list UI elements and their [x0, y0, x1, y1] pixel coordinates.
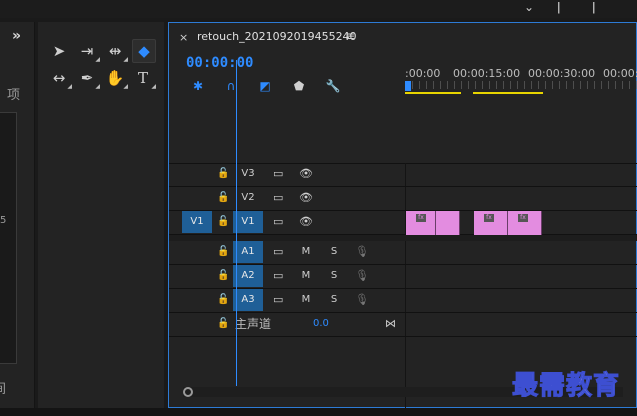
track-target-a3[interactable]: A3: [233, 289, 263, 311]
panel-menu-icon[interactable]: ≡: [345, 29, 355, 43]
ripple-edit-tool-icon[interactable]: ⇹ ◢: [104, 40, 128, 63]
track-name[interactable]: V2: [233, 187, 263, 209]
track-row-v1: V1 🔓 V1 ▭ 👁 fx fx fx: [169, 211, 637, 235]
pen-tool-icon[interactable]: ✒ ◢: [76, 67, 100, 90]
project-panel-label: 项: [6, 88, 20, 103]
track-row-v2: 🔓 V2 ▭ 👁: [169, 187, 637, 211]
lock-icon[interactable]: 🔓: [217, 289, 229, 311]
eye-icon[interactable]: 👁: [299, 211, 313, 233]
video-clip[interactable]: [436, 211, 460, 235]
type-tool-icon[interactable]: T ◢: [132, 67, 156, 90]
fx-badge: fx: [484, 214, 494, 222]
eye-icon[interactable]: 👁: [299, 187, 313, 209]
video-clip[interactable]: fx: [474, 211, 508, 235]
lock-icon[interactable]: 🔓: [217, 211, 229, 233]
lock-icon[interactable]: 🔓: [217, 313, 229, 335]
scroll-zoom-handle[interactable]: [183, 387, 193, 397]
time-ruler[interactable]: :00:00 00:00:15:00 00:00:30:00 00:00:4: [405, 61, 637, 103]
watermark-logo: 最需教育: [511, 371, 621, 402]
mute-button[interactable]: M: [299, 241, 313, 263]
selection-tool-icon[interactable]: ➤: [48, 40, 70, 62]
video-clip[interactable]: fx: [406, 211, 436, 235]
sync-lock-icon[interactable]: ▭: [273, 265, 283, 287]
linked-selection-icon[interactable]: ◩: [256, 78, 274, 94]
track-row-master: 🔓 主声道 0.0 ⋈: [169, 313, 637, 337]
lock-icon[interactable]: 🔓: [217, 187, 229, 209]
fx-badge: fx: [518, 214, 528, 222]
snap-magnet-icon[interactable]: ∩: [222, 78, 240, 94]
project-bin-list[interactable]: [0, 112, 17, 364]
export-icon[interactable]: ǀ: [557, 0, 561, 14]
sequence-tab-title[interactable]: retouch_2021092019455240: [197, 30, 357, 43]
track-name[interactable]: V3: [233, 163, 263, 185]
track-target-v1[interactable]: V1: [233, 211, 263, 233]
sync-lock-icon[interactable]: ▭: [273, 289, 283, 311]
hand-tool-icon[interactable]: ✋ ◢: [104, 67, 128, 90]
dropdown-chevron-icon[interactable]: ⌄: [524, 0, 534, 14]
ruler-ticks: [405, 81, 637, 89]
project-bottom-label: 间: [0, 378, 6, 397]
ruler-label: 00:00:30:00: [528, 67, 596, 80]
mute-button[interactable]: M: [299, 265, 313, 287]
microphone-icon[interactable]: 🎙: [355, 265, 369, 287]
ruler-label: 00:00:15:00: [453, 67, 521, 80]
track-target-a1[interactable]: A1: [233, 241, 263, 263]
top-bar: ⌄ ǀ ǀ: [0, 0, 637, 18]
playhead-line[interactable]: [236, 60, 237, 386]
playhead-handle[interactable]: [405, 81, 411, 91]
in-out-range-bar: [405, 92, 461, 94]
video-clip[interactable]: fx: [508, 211, 542, 235]
razor-tool-icon[interactable]: ◆: [132, 39, 156, 63]
sync-lock-icon[interactable]: ▭: [273, 241, 283, 263]
lock-icon[interactable]: 🔓: [217, 265, 229, 287]
solo-button[interactable]: S: [327, 289, 341, 311]
eye-icon[interactable]: 👁: [299, 163, 313, 185]
track-row-a1: 🔓 A1 ▭ M S 🎙: [169, 241, 637, 265]
microphone-icon[interactable]: 🎙: [355, 241, 369, 263]
expand-panels-icon[interactable]: »: [12, 28, 21, 44]
solo-button[interactable]: S: [327, 265, 341, 287]
master-track-label: 主声道: [235, 317, 272, 331]
mute-button[interactable]: M: [299, 289, 313, 311]
lock-icon[interactable]: 🔓: [217, 241, 229, 263]
fx-badge: fx: [416, 214, 426, 222]
ruler-label: :00:00: [405, 67, 441, 80]
track-row-v3: 🔓 V3 ▭ 👁: [169, 163, 637, 187]
slip-tool-icon[interactable]: ↔ ◢: [48, 67, 72, 90]
sync-lock-icon[interactable]: ▭: [273, 163, 283, 185]
panel-icon[interactable]: ǀ: [592, 0, 596, 14]
ruler-label: 00:00:4: [603, 67, 637, 80]
add-marker-icon[interactable]: ⬟: [290, 78, 308, 94]
playhead-timecode[interactable]: 00:00:00: [186, 55, 253, 71]
in-out-range-bar: [473, 92, 543, 94]
timeline-settings-wrench-icon[interactable]: 🔧: [324, 78, 342, 94]
project-item-count: 5: [0, 215, 7, 226]
track-row-a2: 🔓 A2 ▭ M S 🎙: [169, 265, 637, 289]
expand-track-icon[interactable]: ⋈: [385, 313, 396, 335]
nest-toggle-icon[interactable]: ✱: [189, 78, 207, 94]
sync-lock-icon[interactable]: ▭: [273, 187, 283, 209]
sync-lock-icon[interactable]: ▭: [273, 211, 283, 233]
track-row-a3: 🔓 A3 ▭ M S 🎙: [169, 289, 637, 313]
microphone-icon[interactable]: 🎙: [355, 289, 369, 311]
track-target-a2[interactable]: A2: [233, 265, 263, 287]
solo-button[interactable]: S: [327, 241, 341, 263]
master-volume-value[interactable]: 0.0: [313, 313, 329, 335]
close-tab-icon[interactable]: ×: [179, 31, 188, 44]
tools-panel: ➤ ⇥ ◢ ⇹ ◢ ◆ ↔ ◢ ✒ ◢ ✋ ◢ T ◢: [38, 22, 164, 408]
bottom-strip: [0, 408, 637, 416]
track-select-tool-icon[interactable]: ⇥ ◢: [76, 40, 100, 63]
timeline-panel: × retouch_2021092019455240 ≡ 00:00:00 ✱ …: [168, 22, 637, 409]
source-patch-v1[interactable]: V1: [182, 211, 212, 233]
lock-icon[interactable]: 🔓: [217, 163, 229, 185]
